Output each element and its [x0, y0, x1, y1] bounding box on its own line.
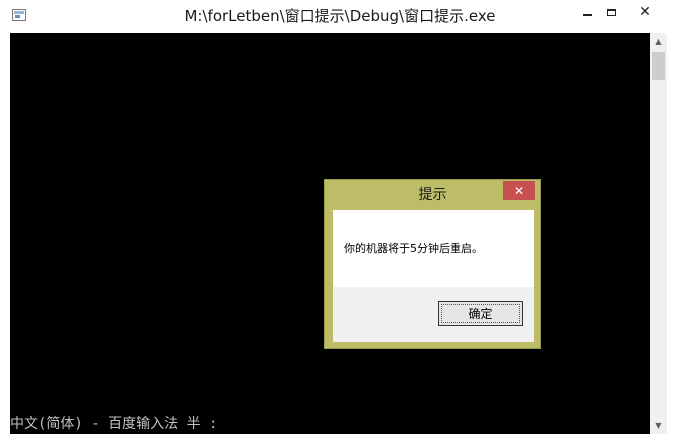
scroll-thumb[interactable] [652, 52, 665, 80]
vertical-scrollbar[interactable]: ▲ ▼ [650, 33, 667, 434]
ok-button[interactable]: 确定 [438, 301, 523, 326]
close-icon: ✕ [513, 183, 525, 198]
title-bar[interactable]: M:\forLetben\窗口提示\Debug\窗口提示.exe ✕ [0, 0, 677, 33]
console-app-icon[interactable] [12, 9, 26, 21]
scroll-down-icon[interactable]: ▼ [650, 417, 667, 434]
dialog-message: 你的机器将于5分钟后重启。 [344, 242, 483, 255]
window-title: M:\forLetben\窗口提示\Debug\窗口提示.exe [184, 7, 496, 25]
dialog-body: 你的机器将于5分钟后重启。 [333, 210, 534, 287]
dialog-footer: 确定 [333, 287, 534, 342]
close-button[interactable]: ✕ [622, 0, 668, 24]
close-icon: ✕ [639, 4, 651, 20]
dialog-close-button[interactable]: ✕ [503, 181, 535, 200]
maximize-icon [606, 8, 616, 16]
message-dialog: 提示 ✕ 你的机器将于5分钟后重启。 确定 [324, 179, 541, 349]
minimize-icon [582, 14, 592, 16]
scroll-up-icon[interactable]: ▲ [650, 33, 667, 50]
console-window: M:\forLetben\窗口提示\Debug\窗口提示.exe ✕ 中文(简体… [0, 0, 677, 443]
ime-status-text: 中文(简体) - 百度输入法 半 : [10, 416, 218, 432]
